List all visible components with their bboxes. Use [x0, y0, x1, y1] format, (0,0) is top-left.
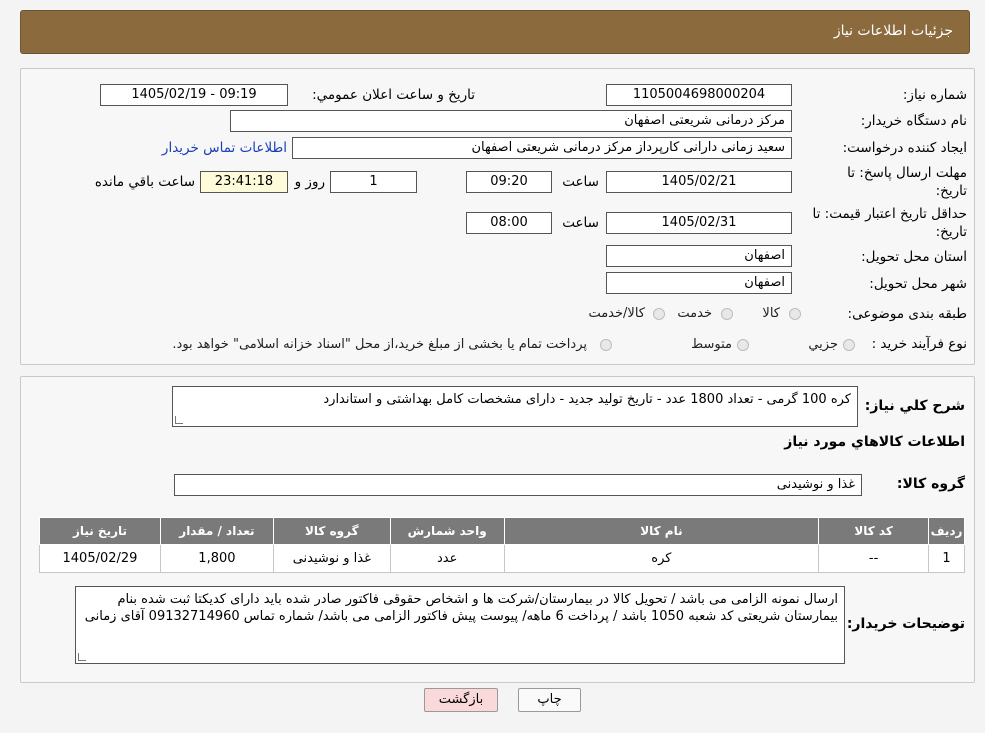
cell-item-code: --: [818, 544, 930, 573]
col-group: گروه کالا: [272, 517, 391, 545]
buyer-notes-label: توضیحات خریدار:: [846, 616, 965, 632]
category-option-service: خدمت: [677, 306, 712, 321]
buyer-org-label: نام دستگاه خریدار:: [860, 113, 967, 129]
requester-field: سعید زمانی دارانی کارپرداز مرکز درمانی ش…: [292, 137, 792, 159]
need-number-label: شماره نیاز:: [902, 87, 967, 103]
announce-datetime-field: 1405/02/19 - 09:19: [100, 84, 288, 106]
reply-deadline-time: 09:20: [466, 171, 552, 193]
remaining-label: ساعت باقي مانده: [94, 174, 195, 190]
days-remaining: 1: [330, 171, 417, 193]
purchase-radio-medium[interactable]: [737, 339, 749, 351]
resize-handle-icon[interactable]: [78, 653, 86, 661]
province-field: اصفهان: [606, 245, 792, 267]
countdown-timer: 23:41:18: [200, 171, 288, 193]
price-time-label: ساعت: [562, 215, 599, 231]
price-validity-date: 1405/02/31: [606, 212, 792, 234]
goods-info-title: اطلاعات کالاهاي مورد نياز: [784, 434, 965, 450]
goods-group-field: غذا و نوشیدنی: [174, 474, 862, 496]
col-row-number: ردیف: [928, 517, 965, 545]
need-number-field: 1105004698000204: [606, 84, 792, 106]
col-item-name: نام کالا: [503, 517, 820, 545]
purchase-option-small: جزیي: [808, 337, 838, 352]
purchase-option-medium: متوسط: [691, 337, 732, 352]
category-radio-goods-service[interactable]: [653, 308, 665, 320]
reply-time-label: ساعت: [562, 174, 599, 190]
cell-quantity: 1,800: [159, 544, 274, 573]
cell-group: غذا و نوشیدنی: [272, 544, 391, 573]
buyer-contact-link[interactable]: اطلاعات تماس خریدار: [162, 140, 287, 156]
reply-deadline-label-2: تاریخ:: [935, 183, 967, 199]
goods-table: ردیف کد کالا نام کالا واحد شمارش گروه کا…: [39, 517, 965, 573]
announce-datetime-label: تاریخ و ساعت اعلان عمومي:: [312, 87, 475, 103]
reply-deadline-label: مهلت ارسال پاسخ: تا: [847, 165, 967, 181]
purchase-type-label: نوع فرآیند خرید :: [871, 336, 967, 352]
cell-row-number: 1: [928, 544, 965, 573]
cell-need-date: 1405/02/29: [39, 544, 161, 573]
treasury-checkbox[interactable]: [600, 339, 612, 351]
city-label: شهر محل تحویل:: [869, 276, 967, 292]
col-item-code: کد کالا: [818, 517, 930, 545]
province-label: استان محل تحویل:: [861, 249, 967, 265]
goods-group-label: گروه کالا:: [896, 476, 965, 492]
cell-unit: عدد: [389, 544, 505, 573]
col-need-date: تاریخ نیاز: [39, 517, 161, 545]
city-field: اصفهان: [606, 272, 792, 294]
price-validity-label: حداقل تاریخ اعتبار قیمت: تا: [812, 206, 967, 222]
page-header: جزئیات اطلاعات نیاز: [20, 10, 970, 54]
description-textarea: کره 100 گرمی - تعداد 1800 عدد - تاریخ تو…: [172, 386, 858, 427]
buyer-notes-textarea: ارسال نمونه الزامی می باشد / تحویل کالا …: [75, 586, 845, 664]
category-radio-service[interactable]: [721, 308, 733, 320]
category-option-goods-service: کالا/خدمت: [588, 306, 645, 321]
description-label: شرح کلي نیاز:: [864, 398, 965, 414]
category-option-goods: کالا: [762, 306, 780, 321]
cell-item-name: کره: [503, 544, 820, 573]
buyer-notes-text: ارسال نمونه الزامی می باشد / تحویل کالا …: [84, 592, 838, 624]
category-radio-goods[interactable]: [789, 308, 801, 320]
table-header-row: ردیف کد کالا نام کالا واحد شمارش گروه کا…: [39, 517, 965, 545]
resize-handle-icon[interactable]: [175, 416, 183, 424]
table-row: 1 -- کره عدد غذا و نوشیدنی 1,800 1405/02…: [39, 544, 965, 573]
category-label: طبقه بندی موضوعی:: [847, 306, 967, 322]
description-text: کره 100 گرمی - تعداد 1800 عدد - تاریخ تو…: [323, 392, 851, 407]
buyer-org-field: مرکز درمانی شریعتی اصفهان: [230, 110, 792, 132]
col-unit: واحد شمارش: [389, 517, 505, 545]
col-quantity: تعداد / مقدار: [159, 517, 274, 545]
treasury-note: پرداخت تمام یا بخشی از مبلغ خرید،از محل …: [172, 337, 587, 352]
back-button[interactable]: بازگشت: [424, 688, 498, 712]
reply-deadline-date: 1405/02/21: [606, 171, 792, 193]
price-validity-label-2: تاریخ:: [935, 224, 967, 240]
price-validity-time: 08:00: [466, 212, 552, 234]
days-label: روز و: [294, 174, 325, 190]
page-title: جزئیات اطلاعات نیاز: [833, 23, 953, 39]
print-button[interactable]: چاپ: [518, 688, 581, 712]
requester-label: ایجاد کننده درخواست:: [842, 140, 967, 156]
purchase-radio-small[interactable]: [843, 339, 855, 351]
